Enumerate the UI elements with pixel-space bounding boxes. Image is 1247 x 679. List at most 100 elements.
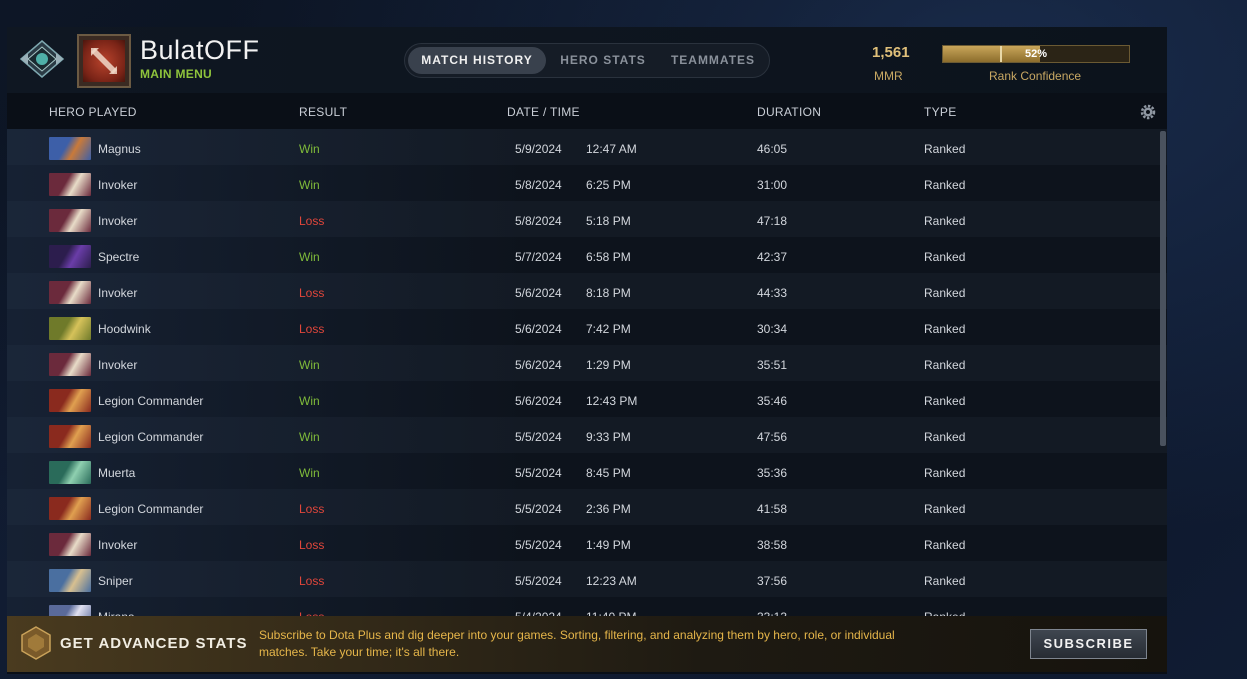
scrollbar[interactable] bbox=[1160, 131, 1166, 446]
column-header-result[interactable]: RESULT bbox=[299, 105, 347, 119]
match-date: 5/9/2024 bbox=[515, 142, 562, 156]
table-row[interactable]: Hoodwink Loss 5/6/2024 7:42 PM 30:34 Ranked bbox=[7, 309, 1167, 345]
avatar[interactable] bbox=[77, 34, 131, 88]
gear-icon[interactable] bbox=[1139, 103, 1157, 121]
match-type: Ranked bbox=[924, 358, 966, 372]
match-duration: 31:00 bbox=[757, 178, 788, 192]
match-duration: 46:05 bbox=[757, 142, 788, 156]
hero-name: Legion Commander bbox=[98, 394, 204, 408]
tab-hero-stats[interactable]: HERO STATS bbox=[550, 47, 656, 74]
match-result: Win bbox=[299, 142, 320, 156]
match-date: 5/5/2024 bbox=[515, 466, 562, 480]
match-duration: 35:51 bbox=[757, 358, 788, 372]
match-duration: 38:58 bbox=[757, 538, 788, 552]
mmr-label: MMR bbox=[874, 69, 903, 83]
match-result: Loss bbox=[299, 538, 325, 552]
table-row[interactable]: Invoker Win 5/6/2024 1:29 PM 35:51 Ranked bbox=[7, 345, 1167, 381]
match-duration: 30:34 bbox=[757, 322, 788, 336]
match-type: Ranked bbox=[924, 538, 966, 552]
username: BulatOFF bbox=[140, 35, 260, 65]
match-date: 5/5/2024 bbox=[515, 538, 562, 552]
rank-medal-icon[interactable] bbox=[19, 39, 65, 79]
table-row[interactable]: Spectre Win 5/7/2024 6:58 PM 42:37 Ranked bbox=[7, 237, 1167, 273]
match-time: 8:18 PM bbox=[586, 286, 631, 300]
hero-portrait-icon bbox=[49, 425, 91, 448]
match-type: Ranked bbox=[924, 142, 966, 156]
table-row[interactable]: Legion Commander Loss 5/5/2024 2:36 PM 41:58… bbox=[7, 489, 1167, 525]
match-type: Ranked bbox=[924, 286, 966, 300]
match-time: 8:45 PM bbox=[586, 466, 631, 480]
main-menu-link[interactable]: MAIN MENU bbox=[140, 67, 212, 81]
match-date: 5/8/2024 bbox=[515, 178, 562, 192]
table-row[interactable]: Muerta Win 5/5/2024 8:45 PM 35:36 Ranked bbox=[7, 453, 1167, 489]
match-time: 12:23 AM bbox=[586, 574, 637, 588]
hero-name: Magnus bbox=[98, 142, 141, 156]
hero-name: Legion Commander bbox=[98, 430, 204, 444]
match-result: Loss bbox=[299, 286, 325, 300]
hero-name: Spectre bbox=[98, 250, 140, 264]
column-header-type[interactable]: TYPE bbox=[924, 105, 957, 119]
match-date: 5/7/2024 bbox=[515, 250, 562, 264]
hero-portrait-icon bbox=[49, 173, 91, 196]
column-headers: HERO PLAYED RESULT DATE / TIME DURATION … bbox=[7, 93, 1167, 129]
match-type: Ranked bbox=[924, 466, 966, 480]
match-duration: 35:36 bbox=[757, 466, 788, 480]
tab-teammates[interactable]: TEAMMATES bbox=[660, 47, 766, 74]
table-row[interactable]: Invoker Loss 5/5/2024 1:49 PM 38:58 Ranked bbox=[7, 525, 1167, 561]
hero-name: Invoker bbox=[98, 178, 138, 192]
hero-name: Legion Commander bbox=[98, 502, 204, 516]
tab-match-history[interactable]: MATCH HISTORY bbox=[408, 47, 546, 74]
table-row[interactable]: Invoker Loss 5/8/2024 5:18 PM 47:18 Ranked bbox=[7, 201, 1167, 237]
hero-portrait-icon bbox=[49, 209, 91, 232]
match-duration: 47:18 bbox=[757, 214, 788, 228]
hero-portrait-icon bbox=[49, 353, 91, 376]
match-result: Win bbox=[299, 430, 320, 444]
table-row[interactable]: Legion Commander Win 5/5/2024 9:33 PM 47:56 R… bbox=[7, 417, 1167, 453]
hero-portrait-icon bbox=[49, 497, 91, 520]
table-row[interactable]: Legion Commander Win 5/6/2024 12:43 PM 35:46… bbox=[7, 381, 1167, 417]
match-result: Win bbox=[299, 394, 320, 408]
hero-name: Invoker bbox=[98, 286, 138, 300]
match-duration: 37:56 bbox=[757, 574, 788, 588]
table-row[interactable]: Invoker Win 5/8/2024 6:25 PM 31:00 Ranked bbox=[7, 165, 1167, 201]
table-row[interactable]: Sniper Loss 5/5/2024 12:23 AM 37:56 Ranked bbox=[7, 561, 1167, 597]
match-date: 5/6/2024 bbox=[515, 394, 562, 408]
match-time: 6:25 PM bbox=[586, 178, 631, 192]
column-header-duration[interactable]: DURATION bbox=[757, 105, 821, 119]
hero-portrait-icon bbox=[49, 389, 91, 412]
match-time: 12:47 AM bbox=[586, 142, 637, 156]
column-header-hero[interactable]: HERO PLAYED bbox=[49, 105, 137, 119]
match-result: Win bbox=[299, 178, 320, 192]
hero-portrait-icon bbox=[49, 137, 91, 160]
match-time: 6:58 PM bbox=[586, 250, 631, 264]
column-header-datetime[interactable]: DATE / TIME bbox=[507, 105, 580, 119]
subscribe-button[interactable]: SUBSCRIBE bbox=[1030, 629, 1147, 659]
banner-description: Subscribe to Dota Plus and dig deeper in… bbox=[259, 628, 895, 659]
match-date: 5/6/2024 bbox=[515, 322, 562, 336]
match-duration: 47:56 bbox=[757, 430, 788, 444]
table-row[interactable]: MiranaLoss5/4/202411:40 PM33:13Ranked bbox=[7, 597, 1167, 616]
banner-title: GET ADVANCED STATS bbox=[60, 635, 248, 652]
mmr-value: 1,561 bbox=[872, 44, 910, 61]
dota-plus-banner: GET ADVANCED STATS Subscribe to Dota Plu… bbox=[7, 616, 1167, 672]
hero-name: Invoker bbox=[98, 358, 138, 372]
match-result: Win bbox=[299, 250, 320, 264]
rank-confidence-value: 52% bbox=[1024, 48, 1048, 60]
hero-portrait-icon bbox=[49, 281, 91, 304]
hero-portrait-icon bbox=[49, 317, 91, 340]
match-duration: 44:33 bbox=[757, 286, 788, 300]
match-type: Ranked bbox=[924, 214, 966, 228]
table-row[interactable]: Invoker Loss 5/6/2024 8:18 PM 44:33 Ranked bbox=[7, 273, 1167, 309]
match-duration: 41:58 bbox=[757, 502, 788, 516]
table-row[interactable]: Magnus Win 5/9/2024 12:47 AM 46:05 Ranked bbox=[7, 129, 1167, 165]
match-result: Loss bbox=[299, 574, 325, 588]
match-history-panel: BulatOFF MAIN MENU MATCH HISTORY HERO ST… bbox=[7, 27, 1167, 674]
match-date: 5/5/2024 bbox=[515, 574, 562, 588]
profile-header: BulatOFF MAIN MENU MATCH HISTORY HERO ST… bbox=[7, 27, 1167, 93]
hero-name: Invoker bbox=[98, 538, 138, 552]
dota-plus-icon bbox=[21, 626, 51, 660]
dota-logo-icon bbox=[83, 40, 125, 82]
match-type: Ranked bbox=[924, 574, 966, 588]
match-type: Ranked bbox=[924, 502, 966, 516]
match-type: Ranked bbox=[924, 322, 966, 336]
